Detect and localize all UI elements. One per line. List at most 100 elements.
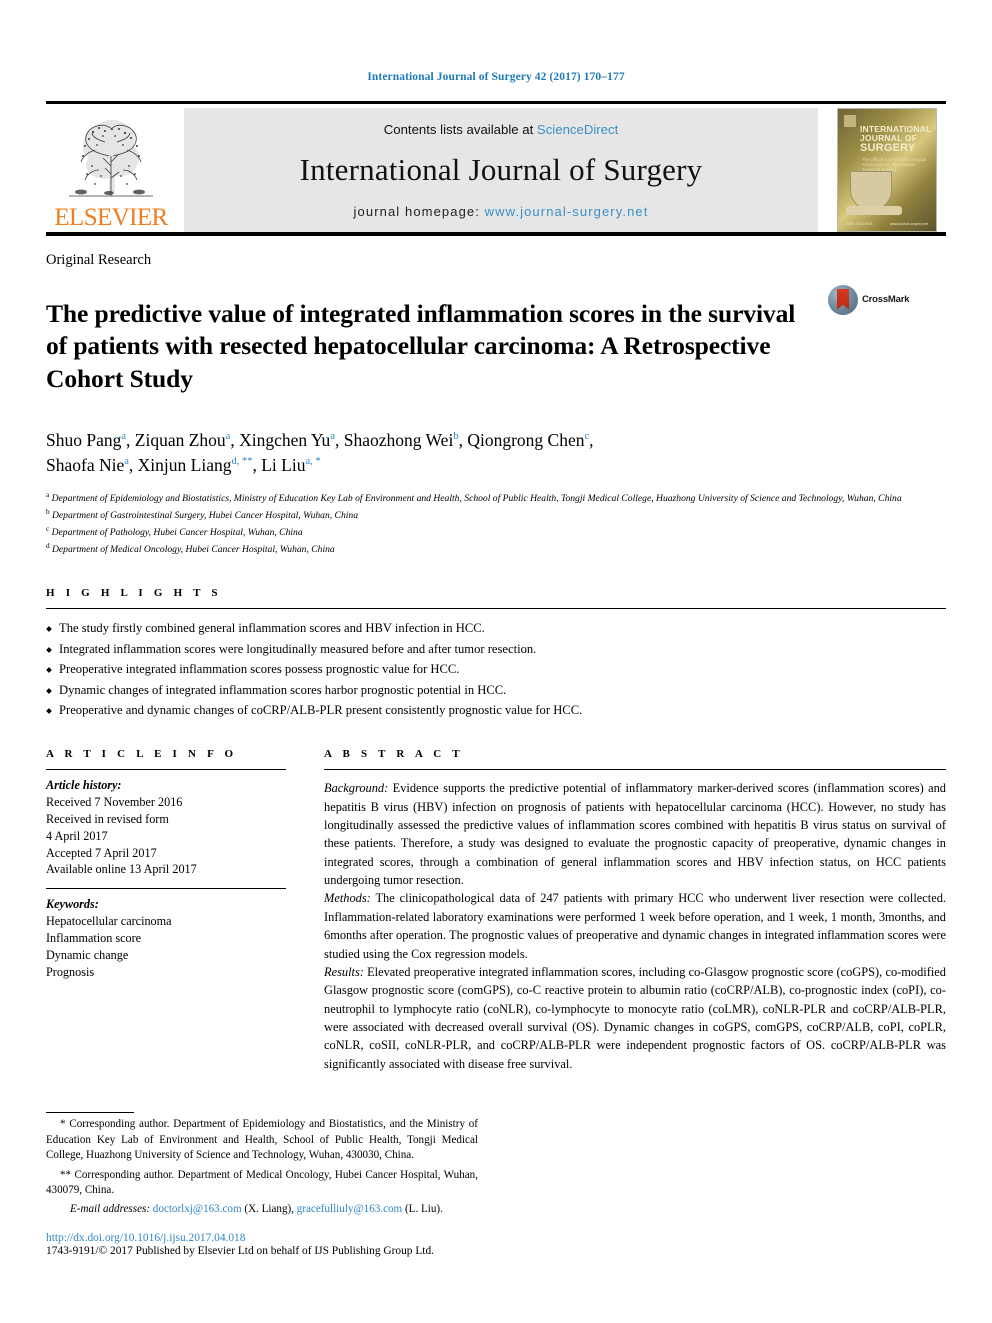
author-affil-marker: a bbox=[124, 456, 129, 468]
corr-marker: * bbox=[60, 1118, 66, 1131]
running-head: International Journal of Surgery 42 (201… bbox=[367, 71, 625, 83]
copyright-line: 1743-9191/© 2017 Published by Elsevier L… bbox=[46, 1245, 434, 1257]
abstract-rule bbox=[324, 769, 946, 771]
author-affil-marker: b bbox=[453, 430, 459, 442]
author-affil-marker: d, ** bbox=[231, 456, 253, 468]
journal-band: Contents lists available at ScienceDirec… bbox=[184, 107, 818, 232]
journal-title: International Journal of Surgery bbox=[299, 152, 703, 187]
affiliation-marker: d bbox=[46, 541, 50, 550]
article-info-column: A R T I C L E I N F O Article history: R… bbox=[46, 748, 308, 1073]
article-history-block: Article history: Received 7 November 201… bbox=[46, 777, 286, 878]
elsevier-wordmark: ELSEVIER bbox=[54, 203, 168, 231]
affiliation-text: Department of Epidemiology and Biostatis… bbox=[51, 493, 902, 505]
author-name[interactable]: Shuo Pang bbox=[46, 430, 121, 450]
affiliation-text: Department of Gastrointestinal Surgery, … bbox=[52, 510, 359, 522]
article-info-rule bbox=[46, 769, 286, 771]
corr-marker: ** bbox=[60, 1168, 72, 1181]
history-item: Received 7 November 2016 bbox=[46, 795, 183, 810]
page-footer: * Corresponding author. Department of Ep… bbox=[46, 1112, 478, 1257]
paper-page: International Journal of Surgery 42 (201… bbox=[0, 0, 992, 1323]
list-item: Integrated inflammation scores were long… bbox=[46, 639, 946, 659]
crossmark-badge[interactable]: CrossMark bbox=[828, 281, 946, 315]
affiliation-marker: b bbox=[46, 508, 50, 517]
crossmark-icon bbox=[828, 284, 858, 315]
info-abstract-columns: A R T I C L E I N F O Article history: R… bbox=[46, 748, 946, 1073]
abstract-column: A B S T R A C T Background: Evidence sup… bbox=[308, 748, 946, 1073]
journal-cover-thumbnail: INTERNATIONAL JOURNAL OF SURGERY The Off… bbox=[837, 107, 937, 232]
elsevier-logo: ELSEVIER bbox=[46, 108, 176, 232]
affiliation-item: c Department of Pathology, Hubei Cancer … bbox=[46, 524, 946, 541]
cover-emblem-icon bbox=[844, 114, 856, 127]
author-name[interactable]: Shaofa Nie bbox=[46, 455, 124, 475]
doi-link[interactable]: http://dx.doi.org/10.1016/j.ijsu.2017.04… bbox=[46, 1232, 478, 1244]
author-name[interactable]: Qiongrong Chen bbox=[467, 430, 584, 450]
keyword-item: Dynamic change bbox=[46, 947, 129, 962]
abstract-paragraph: Results: Elevated preoperative integrate… bbox=[324, 963, 946, 1073]
email-link[interactable]: gracefulliuly@163.com bbox=[297, 1203, 402, 1215]
affiliation-list: a Department of Epidemiology and Biostat… bbox=[46, 490, 946, 557]
title-row: The predictive value of integrated infla… bbox=[46, 281, 946, 413]
affiliation-item: b Department of Gastrointestinal Surgery… bbox=[46, 507, 946, 524]
author-name[interactable]: Li Liu bbox=[261, 455, 305, 475]
masthead-bottom-rule bbox=[46, 231, 946, 236]
email-owner: (L. Liu). bbox=[404, 1203, 443, 1215]
corr-text: Corresponding author. Department of Epid… bbox=[46, 1118, 478, 1162]
list-item: Dynamic changes of integrated inflammati… bbox=[46, 680, 946, 700]
homepage-prefix: journal homepage: bbox=[353, 203, 485, 219]
author-name[interactable]: Ziquan Zhou bbox=[135, 430, 226, 450]
contents-prefix: Contents lists available at bbox=[383, 121, 537, 137]
crossmark-label: CrossMark bbox=[862, 294, 910, 305]
author-affil-marker: c bbox=[584, 430, 590, 442]
abstract-label: Results: bbox=[324, 964, 364, 979]
author-list: Shuo Panga, Ziquan Zhoua, Xingchen Yua, … bbox=[46, 429, 594, 475]
page-title: The predictive value of integrated infla… bbox=[46, 298, 796, 393]
journal-masthead: ELSEVIER Contents lists available at Sci… bbox=[46, 104, 946, 232]
abstract-paragraph: Background: Evidence supports the predic… bbox=[324, 779, 946, 889]
journal-cover: INTERNATIONAL JOURNAL OF SURGERY The Off… bbox=[828, 107, 946, 232]
email-link[interactable]: doctorlxj@163.com bbox=[153, 1203, 242, 1215]
cover-title-line3: SURGERY bbox=[860, 141, 916, 154]
author-affil-marker: a bbox=[225, 430, 231, 442]
keyword-item: Inflammation score bbox=[46, 930, 142, 945]
cover-shield-icon bbox=[850, 170, 892, 211]
highlights-rule bbox=[46, 608, 946, 610]
author-name[interactable]: Shaozhong Wei bbox=[344, 430, 454, 450]
article-history-label: Article history: bbox=[46, 778, 122, 793]
abstract-label: Background: bbox=[324, 781, 389, 796]
history-item: Accepted 7 April 2017 bbox=[46, 845, 157, 860]
author-affil-marker: a, * bbox=[305, 456, 321, 468]
history-item: Available online 13 April 2017 bbox=[46, 862, 197, 877]
journal-homepage-line: journal homepage: www.journal-surgery.ne… bbox=[354, 204, 649, 219]
journal-homepage-link[interactable]: www.journal-surgery.net bbox=[485, 204, 649, 219]
author-affil-marker: a bbox=[121, 430, 127, 442]
affiliation-text: Department of Pathology, Hubei Cancer Ho… bbox=[51, 527, 303, 538]
article-info-heading: A R T I C L E I N F O bbox=[46, 748, 238, 761]
abstract-paragraph: Methods: The clinicopathological data of… bbox=[324, 889, 946, 962]
author-name[interactable]: Xinjun Liang bbox=[138, 455, 232, 475]
affiliation-item: a Department of Epidemiology and Biostat… bbox=[46, 490, 946, 507]
author-affil-marker: a bbox=[330, 430, 335, 442]
highlights-list: The study firstly combined general infla… bbox=[46, 618, 946, 720]
keyword-item: Prognosis bbox=[46, 964, 95, 979]
affiliation-marker: c bbox=[46, 524, 50, 533]
sciencedirect-link[interactable]: ScienceDirect bbox=[537, 122, 618, 137]
email-label: E-mail addresses: bbox=[70, 1203, 151, 1215]
abstract-text: The clinicopathological data of 247 pati… bbox=[324, 891, 946, 961]
list-item: Preoperative and dynamic changes of coCR… bbox=[46, 700, 946, 720]
abstract-label: Methods: bbox=[324, 891, 371, 906]
cover-subtitle: The Official Journal of the Surgical Ass… bbox=[862, 156, 926, 173]
elsevier-tree-icon bbox=[69, 119, 153, 196]
affiliation-text: Department of Medical Oncology, Hubei Ca… bbox=[52, 543, 335, 555]
email-addresses: E-mail addresses: doctorlxj@163.com (X. … bbox=[46, 1203, 478, 1215]
cover-footer-right: www.journal-surgery.net bbox=[889, 221, 928, 226]
article-section-label: Original Research bbox=[46, 251, 152, 268]
highlights-heading: H I G H L I G H T S bbox=[46, 587, 222, 600]
keywords-block: Keywords: Hepatocellular carcinoma Infla… bbox=[46, 896, 286, 980]
abstract-text: Elevated preoperative integrated inflamm… bbox=[324, 964, 946, 1071]
keyword-item: Hepatocellular carcinoma bbox=[46, 914, 172, 929]
abstract-heading: A B S T R A C T bbox=[324, 748, 464, 761]
author-name[interactable]: Xingchen Yu bbox=[239, 430, 330, 450]
abstract-text: Evidence supports the predictive potenti… bbox=[324, 781, 946, 888]
affiliation-item: d Department of Medical Oncology, Hubei … bbox=[46, 541, 946, 558]
list-item: The study firstly combined general infla… bbox=[46, 618, 946, 638]
